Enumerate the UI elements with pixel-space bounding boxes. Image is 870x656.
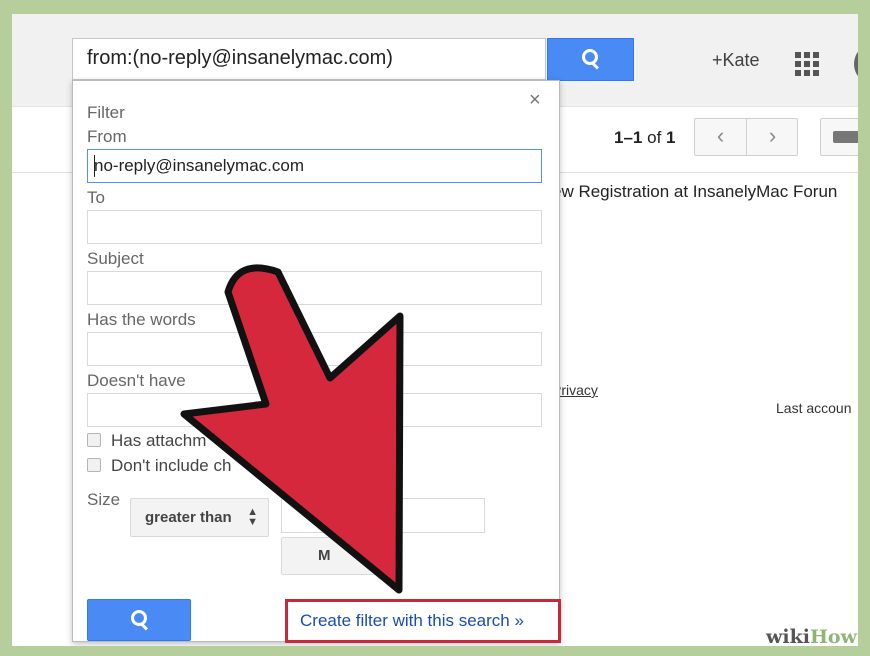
watermark-wiki: wiki	[766, 626, 810, 648]
wikihow-watermark: wikiHow	[766, 626, 857, 648]
red-arrow-shape	[180, 264, 404, 594]
gmail-window: from:(no-reply@insanelymac.com) +Kate 1–…	[12, 14, 858, 646]
watermark-how: How	[809, 626, 857, 648]
pointer-arrow-illustration	[180, 264, 404, 594]
